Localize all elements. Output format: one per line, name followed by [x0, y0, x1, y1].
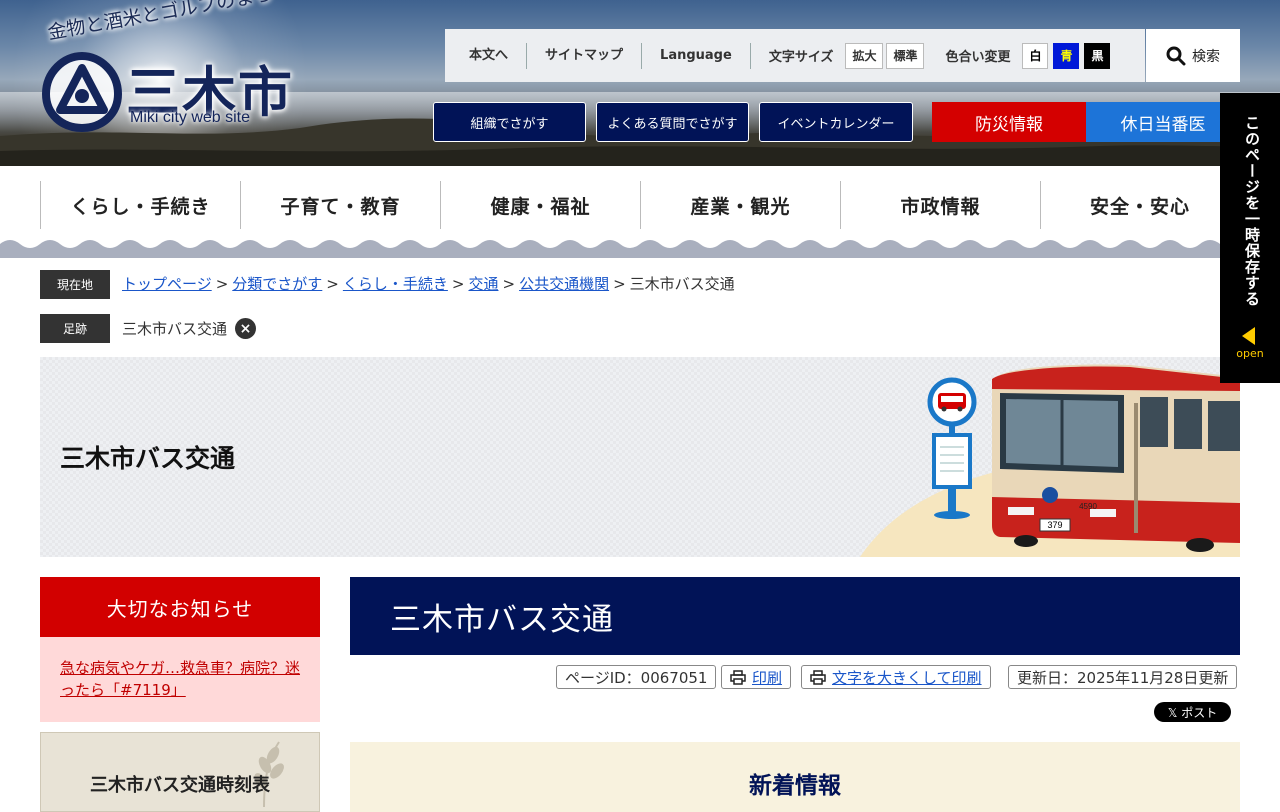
gnav-city-info[interactable]: 市政情報	[840, 181, 1040, 229]
utility-bar: 本文へ サイトマップ Language 文字サイズ 拡大 標準 色合い変更 白 …	[445, 29, 1145, 82]
save-page-tab[interactable]: このページを一時保存する open	[1220, 93, 1280, 383]
gnav-industry[interactable]: 産業・観光	[640, 181, 840, 229]
breadcrumb-link-living[interactable]: くらし・手続き	[343, 275, 448, 293]
site-logo[interactable]: 金物と酒米とゴルフのまち 三木市 Miki city web site	[40, 0, 300, 134]
faq-search-button[interactable]: よくある質問でさがす	[596, 102, 749, 142]
holiday-doctor-button[interactable]: 休日当番医	[1086, 102, 1240, 142]
logo-web-text: Miki city web site	[130, 109, 251, 126]
bus-plate-number: 379	[1047, 520, 1062, 530]
footprint-item[interactable]: 三木市バス交通	[122, 318, 227, 339]
event-calendar-button[interactable]: イベントカレンダー	[759, 102, 913, 142]
search-label: 検索	[1192, 48, 1220, 65]
updated-date-badge: 更新日：2025年11月28日更新	[1008, 665, 1238, 689]
save-page-text: このページを一時保存する	[1243, 115, 1261, 307]
page-banner: 三木市バス交通 379 4590	[40, 357, 1240, 557]
news-title: 新着情報	[749, 773, 841, 799]
find-by-organization-button[interactable]: 組織でさがす	[433, 102, 586, 142]
notice-link-7119[interactable]: 急な病気やケガ…救急車？病院？迷ったら「#7119」	[60, 659, 300, 699]
important-notice-title: 大切なお知らせ	[40, 577, 320, 637]
footprint-trail: 三木市バス交通 ×	[122, 318, 257, 339]
important-notice-body: 急な病気やケガ…救急車？病院？迷ったら「#7119」	[40, 637, 320, 722]
printer-icon	[730, 669, 746, 685]
printer-icon	[810, 669, 826, 685]
breadcrumb-current: 三木市バス交通	[629, 275, 735, 293]
page-id: ページID：0067051	[565, 668, 708, 687]
gnav-safety[interactable]: 安全・安心	[1040, 181, 1240, 229]
breadcrumb: トップページ > 分類でさがす > くらし・手続き > 交通 > 公共交通機関 > 三木市バス交通	[122, 275, 735, 293]
global-nav: くらし・手続き 子育て・教育 健康・福祉 産業・観光 市政情報 安全・安心	[40, 181, 1240, 229]
breadcrumb-link-public-transport[interactable]: 公共交通機関	[519, 275, 609, 293]
color-black-button[interactable]: 黒	[1084, 42, 1111, 69]
banner-title: 三木市バス交通	[60, 444, 236, 473]
color-blue-button[interactable]: 青	[1053, 42, 1080, 69]
current-location-label: 現在地	[40, 270, 110, 299]
font-normal-button[interactable]: 標準	[886, 42, 925, 69]
print-link[interactable]: 印刷	[752, 667, 782, 688]
bus-number: 4590	[1079, 502, 1097, 511]
open-label: open	[1236, 347, 1264, 360]
updated-date: 更新日：2025年11月28日更新	[1017, 668, 1229, 687]
bus-illustration: 379 4590	[860, 364, 1240, 557]
breadcrumb-link-category[interactable]: 分類でさがす	[232, 275, 322, 293]
breadcrumb-link-transport[interactable]: 交通	[468, 275, 498, 293]
sitemap-link[interactable]: サイトマップ	[527, 42, 643, 69]
footprint-label: 足跡	[40, 314, 110, 343]
print-large-button[interactable]: 文字を大きくして印刷	[801, 665, 991, 689]
remove-footprint-icon[interactable]: ×	[235, 318, 257, 339]
page-title: 三木市バス交通	[350, 577, 1240, 655]
x-post-button[interactable]: 𝕏 ポスト	[1154, 702, 1231, 722]
gnav-health[interactable]: 健康・福祉	[440, 181, 640, 229]
search-button[interactable]: 検索	[1146, 29, 1240, 82]
print-large-link[interactable]: 文字を大きくして印刷	[832, 667, 982, 688]
search-icon	[1166, 46, 1186, 65]
skip-to-content-link[interactable]: 本文へ	[445, 42, 528, 69]
breadcrumb-link-top[interactable]: トップページ	[122, 275, 212, 293]
bus-timetable-title: 三木市バス交通時刻表	[90, 775, 270, 796]
color-white-button[interactable]: 白	[1022, 42, 1049, 69]
font-large-button[interactable]: 拡大	[845, 42, 884, 69]
wave-divider	[0, 240, 1280, 258]
open-arrow-icon	[1242, 327, 1255, 345]
city-emblem-icon	[41, 51, 123, 132]
gnav-living[interactable]: くらし・手続き	[40, 181, 240, 229]
disaster-info-button[interactable]: 防災情報	[932, 102, 1086, 142]
color-change-label: 色合い変更	[945, 50, 1011, 65]
font-size-label: 文字サイズ	[768, 50, 834, 65]
news-section: 新着情報	[350, 742, 1240, 812]
language-link[interactable]: Language	[642, 42, 751, 69]
page-id-badge: ページID：0067051	[556, 665, 717, 689]
gnav-childcare[interactable]: 子育て・教育	[240, 181, 440, 229]
print-button[interactable]: 印刷	[721, 665, 792, 689]
bus-timetable-box[interactable]: 三木市バス交通時刻表	[40, 732, 320, 812]
